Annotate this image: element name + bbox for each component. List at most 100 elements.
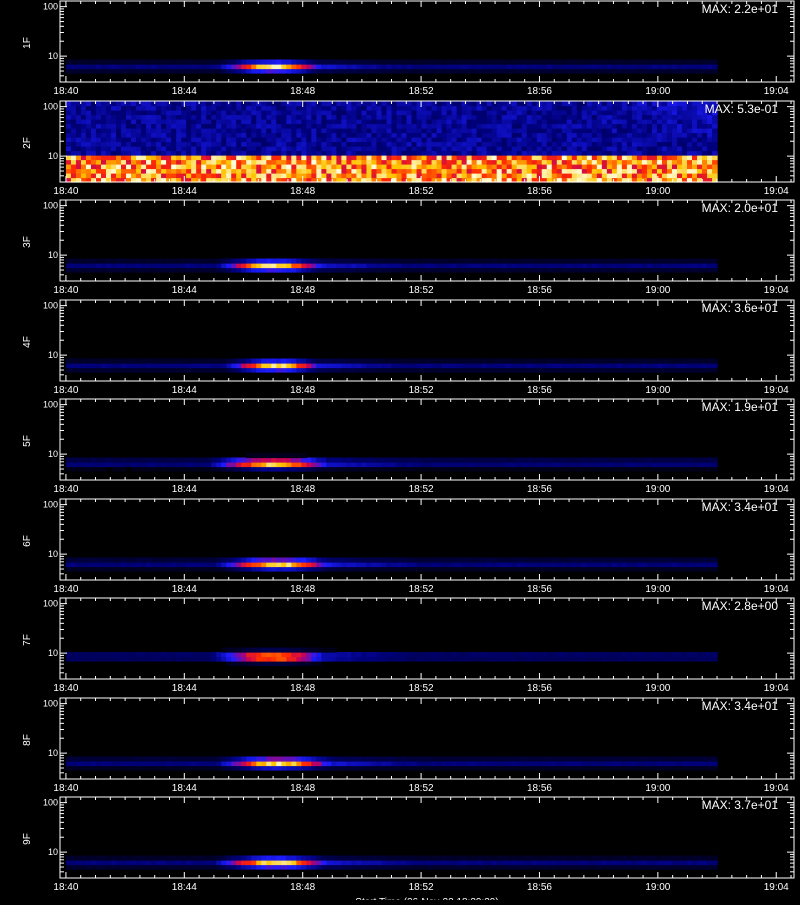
heatmap-cell <box>682 164 688 169</box>
heatmap-cell <box>366 60 372 65</box>
heatmap-cell <box>627 124 633 129</box>
heatmap-cell <box>617 137 623 142</box>
heatmap-cell <box>386 160 392 165</box>
heatmap-cell <box>191 151 197 156</box>
heatmap-cell <box>582 359 588 364</box>
heatmap-cell <box>226 462 232 467</box>
heatmap-cell <box>226 567 232 572</box>
heatmap-cell <box>422 69 428 74</box>
spectrogram-panel: 18:4018:4418:4818:5218:5619:0019:0410010… <box>22 399 794 495</box>
heatmap-cell <box>291 567 297 572</box>
heatmap-cell <box>151 164 157 169</box>
heatmap-cell <box>642 115 648 120</box>
heatmap-cell <box>607 263 613 268</box>
heatmap-cell <box>256 133 262 138</box>
heatmap-cell <box>391 124 397 129</box>
heatmap-cell <box>71 368 77 373</box>
heatmap-cell <box>647 155 653 160</box>
heatmap-cell <box>627 359 633 364</box>
y-tick-label: 100 <box>43 400 58 410</box>
heatmap-cell <box>637 359 643 364</box>
heatmap-cell <box>226 133 232 138</box>
heatmap-cell <box>126 151 132 156</box>
heatmap-cell <box>366 69 372 74</box>
heatmap-cell <box>141 558 147 563</box>
heatmap-cell <box>151 106 157 111</box>
heatmap-cell <box>131 467 137 472</box>
heatmap-cell <box>592 173 598 178</box>
heatmap-cell <box>381 69 387 74</box>
heatmap-cell <box>281 60 287 65</box>
heatmap-cell <box>522 467 528 472</box>
heatmap-cell <box>386 173 392 178</box>
heatmap-cell <box>692 160 698 165</box>
heatmap-cell <box>296 368 302 373</box>
heatmap-cell <box>276 151 282 156</box>
heatmap-cell <box>467 558 473 563</box>
heatmap-cell <box>321 142 327 147</box>
heatmap-cell <box>191 173 197 178</box>
heatmap-cell <box>101 119 107 124</box>
heatmap-cell <box>687 142 693 147</box>
heatmap-cell <box>376 359 382 364</box>
heatmap-cell <box>246 115 252 120</box>
heatmap-cell <box>206 164 212 169</box>
heatmap-cell <box>136 155 142 160</box>
heatmap-cell <box>166 155 172 160</box>
heatmap-cells <box>66 60 718 74</box>
heatmap-cell <box>587 567 593 572</box>
heatmap-cell <box>542 173 548 178</box>
heatmap-cell <box>191 115 197 120</box>
heatmap-cell <box>316 151 322 156</box>
heatmap-cell <box>622 462 628 467</box>
heatmap-cell <box>371 160 377 165</box>
heatmap-cell <box>206 268 212 273</box>
heatmap-cell <box>437 137 443 142</box>
heatmap-cell <box>306 259 312 264</box>
heatmap-cell <box>111 268 117 273</box>
heatmap-cell <box>512 173 518 178</box>
heatmap-cell <box>452 119 458 124</box>
heatmap-cell <box>462 567 468 572</box>
heatmap-cell <box>396 137 402 142</box>
heatmap-cell <box>206 110 212 115</box>
heatmap-cell <box>396 458 402 463</box>
heatmap-cell <box>527 263 533 268</box>
heatmap-cell <box>331 467 337 472</box>
heatmap-cell <box>371 128 377 133</box>
heatmap-cell <box>682 458 688 463</box>
heatmap-cell <box>472 115 478 120</box>
heatmap-cell <box>567 462 573 467</box>
heatmap-cell <box>206 558 212 563</box>
heatmap-cell <box>602 567 608 572</box>
heatmap-cell <box>311 462 317 467</box>
heatmap-cell <box>627 69 633 74</box>
heatmap-cell <box>562 101 568 106</box>
heatmap-cell <box>336 173 342 178</box>
heatmap-cell <box>432 106 438 111</box>
heatmap-cell <box>271 142 277 147</box>
heatmap-cell <box>311 155 317 160</box>
heatmap-cell <box>407 173 413 178</box>
heatmap-cell <box>236 558 242 563</box>
heatmap-cell <box>126 133 132 138</box>
heatmap-cell <box>86 142 92 147</box>
heatmap-cell <box>512 363 518 368</box>
heatmap-cell <box>637 462 643 467</box>
heatmap-cell <box>256 142 262 147</box>
heatmap-cell <box>462 101 468 106</box>
heatmap-cell <box>487 128 493 133</box>
heatmap-cell <box>166 173 172 178</box>
heatmap-cell <box>151 363 157 368</box>
heatmap-cell <box>196 567 202 572</box>
heatmap-cell <box>296 164 302 169</box>
heatmap-cell <box>66 458 72 463</box>
heatmap-cell <box>226 458 232 463</box>
heatmap-cell <box>592 60 598 65</box>
heatmap-cell <box>672 263 678 268</box>
heatmap-cell <box>677 259 683 264</box>
heatmap-cell <box>91 164 97 169</box>
heatmap-cell <box>472 462 478 467</box>
heatmap-cell <box>667 368 673 373</box>
heatmap-cell <box>697 368 703 373</box>
